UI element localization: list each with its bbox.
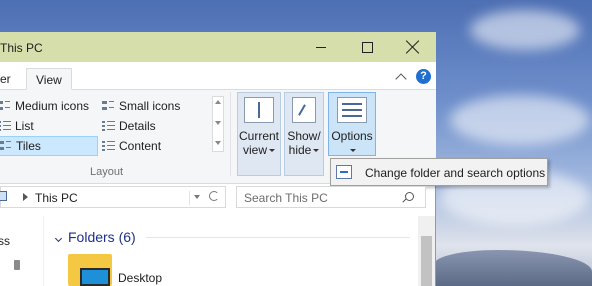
pin-icon[interactable]: [14, 260, 20, 270]
options-icon: [337, 97, 367, 123]
search-placeholder: Search This PC: [244, 191, 328, 205]
layout-details-label: Details: [119, 119, 156, 133]
current-view-label-2: view: [242, 143, 267, 157]
hills: [434, 250, 592, 286]
dropdown-arrow-icon: [350, 149, 356, 153]
medium-icons-icon: [0, 100, 11, 112]
layout-medium-icons-label: Medium icons: [15, 99, 90, 113]
options-label: Options: [331, 129, 373, 143]
change-folder-options-item[interactable]: Change folder and search options: [365, 166, 545, 180]
list-icon: [0, 120, 11, 132]
layout-medium-icons[interactable]: Medium icons: [0, 97, 89, 115]
minimize-button[interactable]: [298, 32, 344, 62]
desktop-folder-label[interactable]: Desktop: [118, 271, 162, 285]
small-icons-icon: [102, 100, 115, 112]
navigation-pane: ss: [0, 216, 44, 286]
layout-small-icons-label: Small icons: [119, 99, 181, 113]
layout-small-icons[interactable]: Small icons: [102, 97, 180, 115]
cloud: [470, 10, 580, 50]
expand-gallery-icon[interactable]: [215, 141, 221, 145]
dropdown-arrow-icon: [269, 149, 275, 153]
this-pc-icon: [0, 191, 7, 201]
breadcrumb-chevron-icon[interactable]: [23, 193, 28, 201]
title-bar[interactable]: This PC: [0, 32, 436, 62]
layout-tiles-label: Tiles: [16, 139, 41, 153]
current-view-label: Current: [238, 129, 279, 143]
show-hide-label-2: hide: [288, 143, 312, 157]
layout-content[interactable]: Content: [102, 137, 161, 155]
close-icon: [406, 40, 420, 54]
address-dropdown-icon[interactable]: [194, 195, 200, 199]
window-title: This PC: [0, 41, 43, 55]
maximize-button[interactable]: [344, 32, 390, 62]
scroll-down-icon[interactable]: [215, 121, 221, 125]
details-icon: [102, 120, 115, 132]
options-button[interactable]: Options: [328, 92, 376, 156]
layout-gallery-scroll[interactable]: [212, 96, 224, 152]
current-view-button[interactable]: Current view: [237, 92, 281, 176]
options-dropdown-menu: Change folder and search options: [330, 158, 548, 186]
dropdown-arrow-icon: [313, 149, 320, 153]
group-divider-line: [146, 237, 410, 238]
current-view-icon: [244, 97, 274, 123]
tab-view[interactable]: View: [26, 68, 72, 90]
search-icon[interactable]: [405, 192, 414, 201]
layout-tiles[interactable]: Tiles: [0, 136, 98, 156]
cloud: [450, 95, 590, 145]
nav-item-label[interactable]: ss: [0, 234, 10, 248]
layout-details[interactable]: Details: [102, 117, 156, 135]
minimize-icon: [316, 46, 326, 48]
content-icon: [102, 140, 115, 152]
help-icon[interactable]: ?: [416, 69, 431, 84]
desktop-icon: [80, 268, 110, 286]
scrollbar-thumb[interactable]: [421, 236, 432, 286]
show-hide-button[interactable]: Show/ hide: [284, 92, 324, 176]
layout-content-label: Content: [119, 139, 162, 153]
maximize-icon: [361, 41, 373, 53]
close-button[interactable]: [390, 32, 436, 62]
folders-group-header[interactable]: Folders (6): [68, 229, 136, 245]
address-bar[interactable]: This PC: [0, 186, 226, 208]
scroll-up-icon[interactable]: [215, 100, 221, 104]
refresh-icon[interactable]: [209, 191, 219, 201]
layout-list-label: List: [15, 119, 34, 133]
layout-list[interactable]: List: [0, 117, 34, 135]
tiles-icon: [0, 140, 12, 152]
show-hide-label: Show/: [287, 129, 321, 143]
breadcrumb-location[interactable]: This PC: [35, 191, 78, 205]
group-divider: [230, 92, 231, 176]
layout-group-label: Layout: [90, 166, 124, 178]
show-hide-icon: [292, 97, 316, 123]
desktop-folder-tile[interactable]: [68, 254, 112, 286]
folder-options-icon: [336, 165, 352, 179]
tab-computer[interactable]: er: [0, 68, 20, 90]
search-box[interactable]: Search This PC: [236, 186, 426, 208]
